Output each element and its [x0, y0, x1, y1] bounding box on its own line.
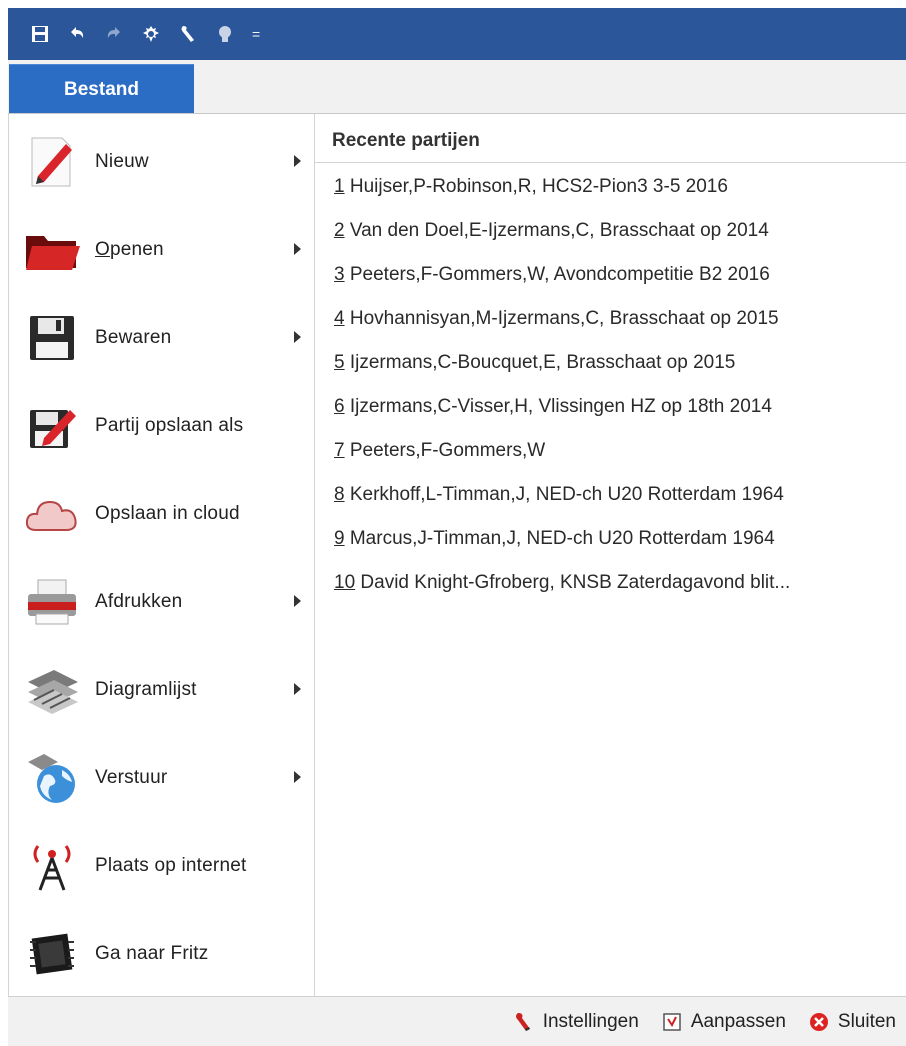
- submenu-arrow-icon: [294, 331, 301, 343]
- menu-item-label: Verstuur: [95, 767, 168, 788]
- recent-game-item[interactable]: 6 Ijzermans,C-Visser,H, Vlissingen HZ op…: [334, 392, 904, 436]
- menu-item-label: Opslaan in cloud: [95, 503, 240, 524]
- settings-button[interactable]: Instellingen: [513, 1011, 639, 1033]
- ribbon-tab-row: Bestand: [8, 60, 906, 114]
- recent-game-item[interactable]: 1 Huijser,P-Robinson,R, HCS2-Pion3 3-5 2…: [334, 172, 904, 216]
- menu-item-save-as[interactable]: Partij opslaan als: [19, 386, 309, 466]
- submenu-arrow-icon: [294, 243, 301, 255]
- backstage-footer: Instellingen Aanpassen Sluiten: [8, 996, 906, 1046]
- recent-game-item[interactable]: 3 Peeters,F-Gommers,W, Avondcompetitie B…: [334, 260, 904, 304]
- customize-qat-icon[interactable]: =: [252, 26, 260, 42]
- settings-label: Instellingen: [542, 1010, 639, 1032]
- menu-item-diagram-list[interactable]: Diagramlijst: [19, 650, 309, 730]
- submenu-arrow-icon: [294, 683, 301, 695]
- recent-games-panel: Recente partijen 1 Huijser,P-Robinson,R,…: [314, 114, 906, 996]
- tab-file[interactable]: Bestand: [9, 64, 194, 114]
- quick-access-toolbar: =: [8, 8, 906, 60]
- recent-game-item[interactable]: 4 Hovhannisyan,M-Ijzermans,C, Brasschaat…: [334, 304, 904, 348]
- recent-game-item[interactable]: 5 Ijzermans,C-Boucquet,E, Brasschaat op …: [334, 348, 904, 392]
- close-label: Sluiten: [837, 1010, 896, 1032]
- submenu-arrow-icon: [294, 155, 301, 167]
- printer-icon: [23, 573, 81, 631]
- menu-item-save[interactable]: Bewaren: [19, 298, 309, 378]
- redo-icon[interactable]: [102, 22, 126, 46]
- close-button[interactable]: Sluiten: [808, 1011, 896, 1033]
- menu-item-label: Nieuw: [95, 151, 149, 172]
- pencil-icon: [23, 133, 81, 191]
- close-icon: [809, 1012, 828, 1031]
- submenu-arrow-icon: [294, 595, 301, 607]
- backstage-menu: Nieuw Openen Bewaren Partij opslaan als: [8, 114, 315, 996]
- chip-icon: [23, 925, 81, 983]
- bulb-icon[interactable]: [213, 22, 237, 46]
- menu-item-label: Plaats op internet: [95, 855, 247, 876]
- menu-item-publish-internet[interactable]: Plaats op internet: [19, 826, 309, 906]
- floppy-icon: [23, 309, 81, 367]
- recent-game-item[interactable]: 9 Marcus,J-Timman,J, NED-ch U20 Rotterda…: [334, 524, 904, 568]
- menu-item-go-fritz[interactable]: Ga naar Fritz: [19, 914, 309, 994]
- globe-icon: [23, 749, 81, 807]
- engine-icon[interactable]: [139, 22, 163, 46]
- menu-item-label: Bewaren: [95, 327, 172, 348]
- save-icon[interactable]: [28, 22, 52, 46]
- menu-item-open[interactable]: Openen: [19, 210, 309, 290]
- customize-label: Aanpassen: [690, 1010, 786, 1032]
- recent-games-title: Recente partijen: [332, 130, 480, 151]
- menu-item-new[interactable]: Nieuw: [19, 122, 309, 202]
- undo-icon[interactable]: [65, 22, 89, 46]
- divider: [314, 162, 906, 163]
- cloud-icon: [23, 485, 81, 543]
- recent-game-item[interactable]: 8 Kerkhoff,L-Timman,J, NED-ch U20 Rotter…: [334, 480, 904, 524]
- menu-item-cloud[interactable]: Opslaan in cloud: [19, 474, 309, 554]
- recent-game-item[interactable]: 2 Van den Doel,E-Ijzermans,C, Brasschaat…: [334, 216, 904, 260]
- wrench-icon: [515, 1012, 530, 1031]
- folder-icon: [23, 221, 81, 279]
- menu-item-label: Ga naar Fritz: [95, 943, 209, 964]
- recent-game-item[interactable]: 7 Peeters,F-Gommers,W: [334, 436, 904, 480]
- menu-item-label: Diagramlijst: [95, 679, 197, 700]
- menu-item-label: Partij opslaan als: [95, 415, 244, 436]
- recent-games-list: 1 Huijser,P-Robinson,R, HCS2-Pion3 3-5 2…: [334, 172, 904, 612]
- customize-icon: [663, 1012, 681, 1031]
- submenu-arrow-icon: [294, 771, 301, 783]
- wrench-icon[interactable]: [176, 22, 200, 46]
- save-as-icon: [23, 397, 81, 455]
- chessboard-icon: [23, 661, 81, 719]
- customize-button[interactable]: Aanpassen: [661, 1011, 786, 1033]
- antenna-icon: [23, 837, 81, 895]
- menu-item-print[interactable]: Afdrukken: [19, 562, 309, 642]
- menu-item-label: Openen: [95, 239, 164, 260]
- backstage-view: Nieuw Openen Bewaren Partij opslaan als: [8, 113, 906, 1046]
- menu-item-send[interactable]: Verstuur: [19, 738, 309, 818]
- menu-item-label: Afdrukken: [95, 591, 183, 612]
- recent-game-item[interactable]: 10 David Knight-Gfroberg, KNSB Zaterdaga…: [334, 568, 904, 612]
